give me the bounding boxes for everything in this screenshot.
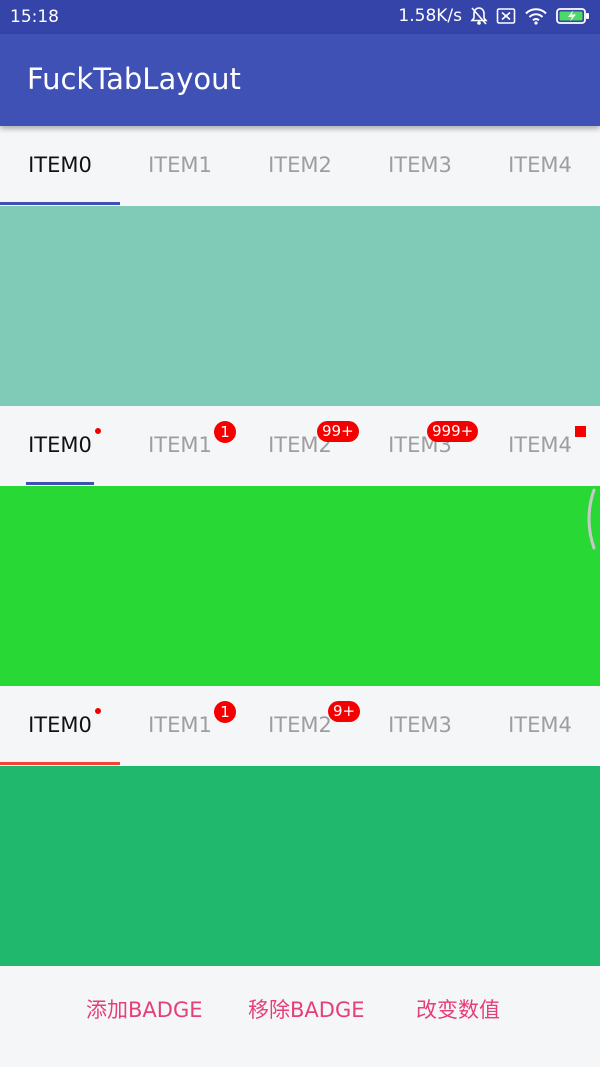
tab-label: ITEM1 xyxy=(148,153,212,177)
tab-layout-3: ITEM0 ITEM1 1 ITEM2 9+ ITEM3 ITEM4 xyxy=(0,686,600,766)
tab-item0[interactable]: ITEM0 xyxy=(0,126,120,206)
tab-item1[interactable]: ITEM1 1 xyxy=(120,406,240,486)
content-panel-2 xyxy=(0,486,600,686)
overscroll-glow-icon xyxy=(587,488,596,550)
badge-dot xyxy=(95,428,101,434)
content-panel-3 xyxy=(0,766,600,966)
battery-charging-icon xyxy=(556,7,590,25)
tab-item3[interactable]: ITEM3 999+ xyxy=(360,406,480,486)
tab-item1[interactable]: ITEM1 xyxy=(120,126,240,206)
tab-label: ITEM0 xyxy=(28,153,92,177)
tab-label: ITEM4 xyxy=(508,153,572,177)
badge-count: 999+ xyxy=(427,421,479,442)
tab-item2[interactable]: ITEM2 xyxy=(240,126,360,206)
badge-count: 99+ xyxy=(317,421,359,442)
badge-square xyxy=(575,426,586,437)
content-panel-1 xyxy=(0,206,600,406)
tab-item3[interactable]: ITEM3 xyxy=(360,686,480,766)
tab-label: ITEM0 xyxy=(28,433,92,457)
tab-item2[interactable]: ITEM2 9+ xyxy=(240,686,361,766)
tab-item0[interactable]: ITEM0 xyxy=(0,686,120,766)
tab-indicator xyxy=(26,482,94,485)
tab-label: ITEM4 xyxy=(508,713,572,737)
tab-item4[interactable]: ITEM4 xyxy=(480,126,600,206)
status-bar: 15:18 1.58K/s xyxy=(0,0,600,34)
tab-item4[interactable]: ITEM4 xyxy=(480,686,600,766)
status-indicators: 1.58K/s xyxy=(398,6,590,26)
tab-layout-2: ITEM0 ITEM1 1 ITEM2 99+ ITEM3 999+ ITEM4 xyxy=(0,406,600,486)
app-title: FuckTabLayout xyxy=(27,62,241,96)
mute-bell-icon xyxy=(470,6,488,26)
tab-label: ITEM3 xyxy=(388,713,452,737)
change-value-button[interactable]: 改变数值 xyxy=(416,994,500,1024)
tab-label: ITEM0 xyxy=(28,713,92,737)
sim-blocked-icon xyxy=(496,7,516,25)
tab-item4[interactable]: ITEM4 xyxy=(480,406,600,486)
badge-dot xyxy=(95,708,101,714)
badge-count: 1 xyxy=(214,701,236,723)
bottom-action-bar: 添加BADGE 移除BADGE 改变数值 xyxy=(0,967,600,1067)
add-badge-button[interactable]: 添加BADGE xyxy=(86,994,202,1024)
badge-count: 9+ xyxy=(328,701,361,722)
tab-indicator xyxy=(0,762,120,765)
badge-count: 1 xyxy=(214,421,236,443)
tab-item1[interactable]: ITEM1 1 xyxy=(120,686,240,766)
tab-item2[interactable]: ITEM2 99+ xyxy=(240,406,360,486)
tab-indicator xyxy=(0,202,120,205)
tab-label: ITEM2 xyxy=(268,153,332,177)
wifi-icon xyxy=(524,7,548,25)
tab-item3[interactable]: ITEM3 xyxy=(360,126,480,206)
app-bar: FuckTabLayout xyxy=(0,34,600,126)
status-time: 15:18 xyxy=(10,7,59,27)
tab-item0[interactable]: ITEM0 xyxy=(0,406,120,486)
tab-layout-1: ITEM0 ITEM1 ITEM2 ITEM3 ITEM4 xyxy=(0,126,600,206)
tab-label: ITEM3 xyxy=(388,153,452,177)
remove-badge-button[interactable]: 移除BADGE xyxy=(248,994,364,1024)
network-speed: 1.58K/s xyxy=(398,6,462,26)
